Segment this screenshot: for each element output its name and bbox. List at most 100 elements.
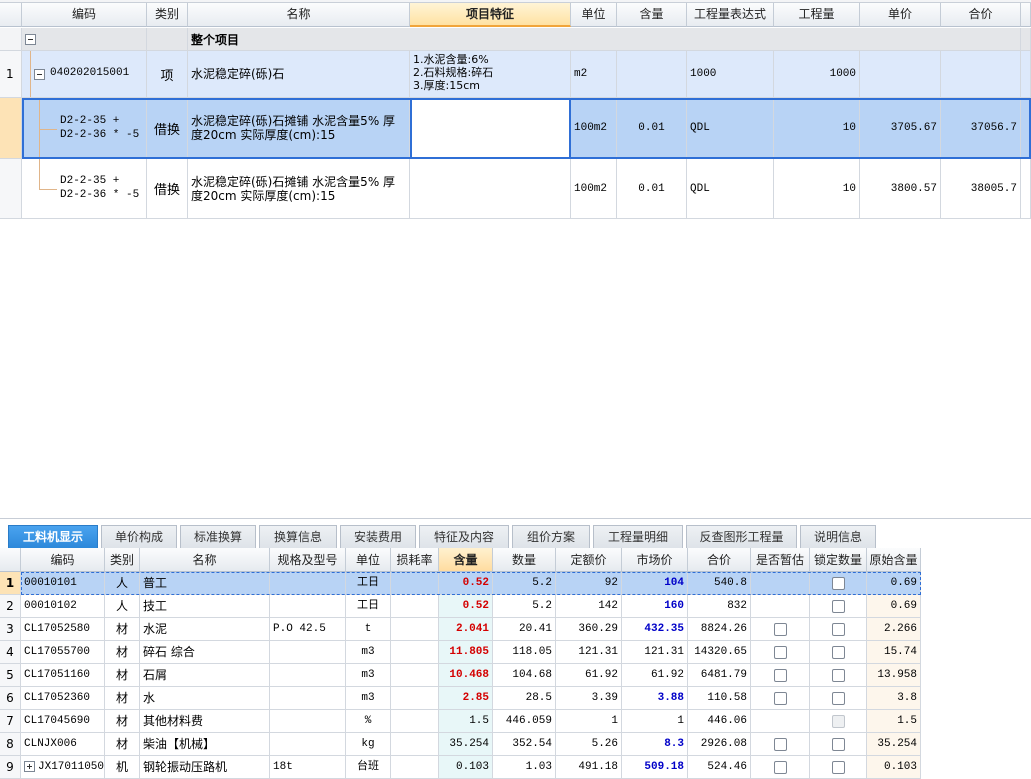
cell-spec[interactable]: 18t — [270, 756, 346, 779]
header-type[interactable]: 类别 — [105, 548, 140, 572]
checkbox-icon[interactable] — [831, 577, 845, 590]
cell-content[interactable]: 2.041 — [439, 618, 493, 641]
checkbox-icon[interactable] — [773, 761, 787, 774]
tab-8[interactable]: 反查图形工程量 — [686, 525, 797, 549]
cell-quota[interactable]: 491.18 — [556, 756, 622, 779]
cell-market[interactable]: 432.35 — [622, 618, 688, 641]
item-row[interactable]: D2-2-35 + D2-2-36 * -5 借换 水泥稳定碎(砾)石摊铺 水泥含量… — [0, 159, 1031, 219]
checkbox-icon[interactable] — [831, 761, 845, 774]
cell-code[interactable]: CL17052580 — [21, 618, 105, 641]
cell-spec[interactable]: P.O 42.5 — [270, 618, 346, 641]
cell-loss[interactable] — [391, 618, 439, 641]
cell-total[interactable]: 2926.08 — [688, 733, 751, 756]
cell-code[interactable]: CLNJX006 — [21, 733, 105, 756]
cell-type[interactable]: 材 — [105, 664, 140, 687]
collapse-toggle-icon[interactable] — [34, 68, 45, 80]
cell-qty[interactable]: 104.68 — [493, 664, 556, 687]
header-col-feature[interactable]: 项目特征 — [410, 3, 571, 27]
cell-expr[interactable]: QDL — [687, 98, 774, 159]
cell-est[interactable] — [751, 733, 810, 756]
header-total[interactable]: 合价 — [688, 548, 751, 572]
cell-unit[interactable]: 100m2 — [571, 159, 617, 219]
cell-qty[interactable]: 10 — [774, 98, 860, 159]
checkbox-icon[interactable] — [773, 646, 787, 659]
cell-content[interactable]: 0.52 — [439, 595, 493, 618]
cell-content[interactable]: 2.85 — [439, 687, 493, 710]
cell-quota[interactable]: 121.31 — [556, 641, 622, 664]
cell-total[interactable]: 446.06 — [688, 710, 751, 733]
tab-2[interactable]: 标准换算 — [180, 525, 256, 549]
cell-content[interactable]: 0.52 — [439, 572, 493, 595]
cell-content[interactable]: 10.468 — [439, 664, 493, 687]
cell-lock[interactable] — [810, 595, 867, 618]
cell-type[interactable]: 人 — [105, 595, 140, 618]
tab-4[interactable]: 安装费用 — [340, 525, 416, 549]
cell-type[interactable]: 材 — [105, 641, 140, 664]
item-row[interactable]: 1 040202015001 项水泥稳定碎(砾)石 1.水泥含量:6% 2.石料规格:碎… — [0, 51, 1031, 98]
cell-market[interactable]: 104 — [622, 572, 688, 595]
header-col-type[interactable]: 类别 — [147, 3, 188, 27]
cell-orig[interactable]: 3.8 — [867, 687, 921, 710]
cell-content[interactable]: 35.254 — [439, 733, 493, 756]
cell-est[interactable] — [751, 687, 810, 710]
checkbox-icon[interactable] — [773, 623, 787, 636]
cell-price[interactable]: 3800.57 — [860, 159, 941, 219]
cell-unit[interactable]: 100m2 — [571, 98, 617, 159]
cell-expr[interactable]: 1000 — [687, 51, 774, 98]
cell-total[interactable]: 37056.7 — [941, 98, 1021, 159]
cell-loss[interactable] — [391, 641, 439, 664]
header-unit[interactable]: 单位 — [346, 548, 391, 572]
header-col-price[interactable]: 单价 — [860, 3, 941, 27]
cell-est[interactable] — [751, 641, 810, 664]
cell-total[interactable]: 110.58 — [688, 687, 751, 710]
header-col-total[interactable]: 合价 — [941, 3, 1021, 27]
tab-3[interactable]: 换算信息 — [259, 525, 337, 549]
cell-loss[interactable] — [391, 664, 439, 687]
header-col-qty[interactable]: 工程量 — [774, 3, 860, 27]
checkbox-icon[interactable] — [831, 600, 845, 613]
cell-unit[interactable]: m2 — [571, 51, 617, 98]
cell-name[interactable]: 普工 — [140, 572, 270, 595]
name-cell[interactable]: 水泥稳定碎(砾)石 — [188, 51, 410, 98]
cell-spec[interactable] — [270, 664, 346, 687]
header-loss[interactable]: 损耗率 — [391, 548, 439, 572]
cell-spec[interactable] — [270, 641, 346, 664]
cell-total[interactable]: 524.46 — [688, 756, 751, 779]
code-cell[interactable]: 040202015001 — [22, 51, 147, 98]
cell-type[interactable]: 人 — [105, 572, 140, 595]
checkbox-icon[interactable] — [773, 738, 787, 751]
cell-content[interactable]: 11.805 — [439, 641, 493, 664]
cell-price[interactable]: 3705.67 — [860, 98, 941, 159]
checkbox-icon[interactable] — [831, 669, 845, 682]
cell-unit[interactable]: m3 — [346, 641, 391, 664]
item-row[interactable]: D2-2-35 + D2-2-36 * -5 借换 水泥稳定碎(砾)石摊铺 水泥含量… — [0, 98, 1031, 159]
tab-1[interactable]: 单价构成 — [101, 525, 177, 549]
cell-lock[interactable] — [810, 572, 867, 595]
header-qty[interactable]: 数量 — [493, 548, 556, 572]
cell-qty[interactable]: 5.2 — [493, 595, 556, 618]
cell-orig[interactable]: 13.958 — [867, 664, 921, 687]
cell-type[interactable]: 材 — [105, 618, 140, 641]
cell-orig[interactable]: 0.103 — [867, 756, 921, 779]
cell-expr[interactable]: QDL — [687, 159, 774, 219]
cell-content[interactable]: 1.5 — [439, 710, 493, 733]
cell-unit[interactable]: kg — [346, 733, 391, 756]
tab-6[interactable]: 组价方案 — [512, 525, 590, 549]
cell-loss[interactable] — [391, 710, 439, 733]
checkbox-icon[interactable] — [831, 692, 845, 705]
cell-orig[interactable]: 0.69 — [867, 572, 921, 595]
header-est[interactable]: 是否暂估 — [751, 548, 810, 572]
cell-spec[interactable] — [270, 687, 346, 710]
cell-orig[interactable]: 0.69 — [867, 595, 921, 618]
cell-market[interactable]: 61.92 — [622, 664, 688, 687]
cell-code[interactable]: CL17051160 — [21, 664, 105, 687]
cell-unit[interactable]: m3 — [346, 687, 391, 710]
cell-qty[interactable]: 20.41 — [493, 618, 556, 641]
checkbox-icon[interactable] — [831, 738, 845, 751]
cell-est[interactable] — [751, 595, 810, 618]
cell-qty[interactable]: 28.5 — [493, 687, 556, 710]
cell-content[interactable] — [617, 51, 687, 98]
checkbox-icon[interactable] — [773, 692, 787, 705]
header-col-content[interactable]: 含量 — [617, 3, 687, 27]
cell-orig[interactable]: 35.254 — [867, 733, 921, 756]
